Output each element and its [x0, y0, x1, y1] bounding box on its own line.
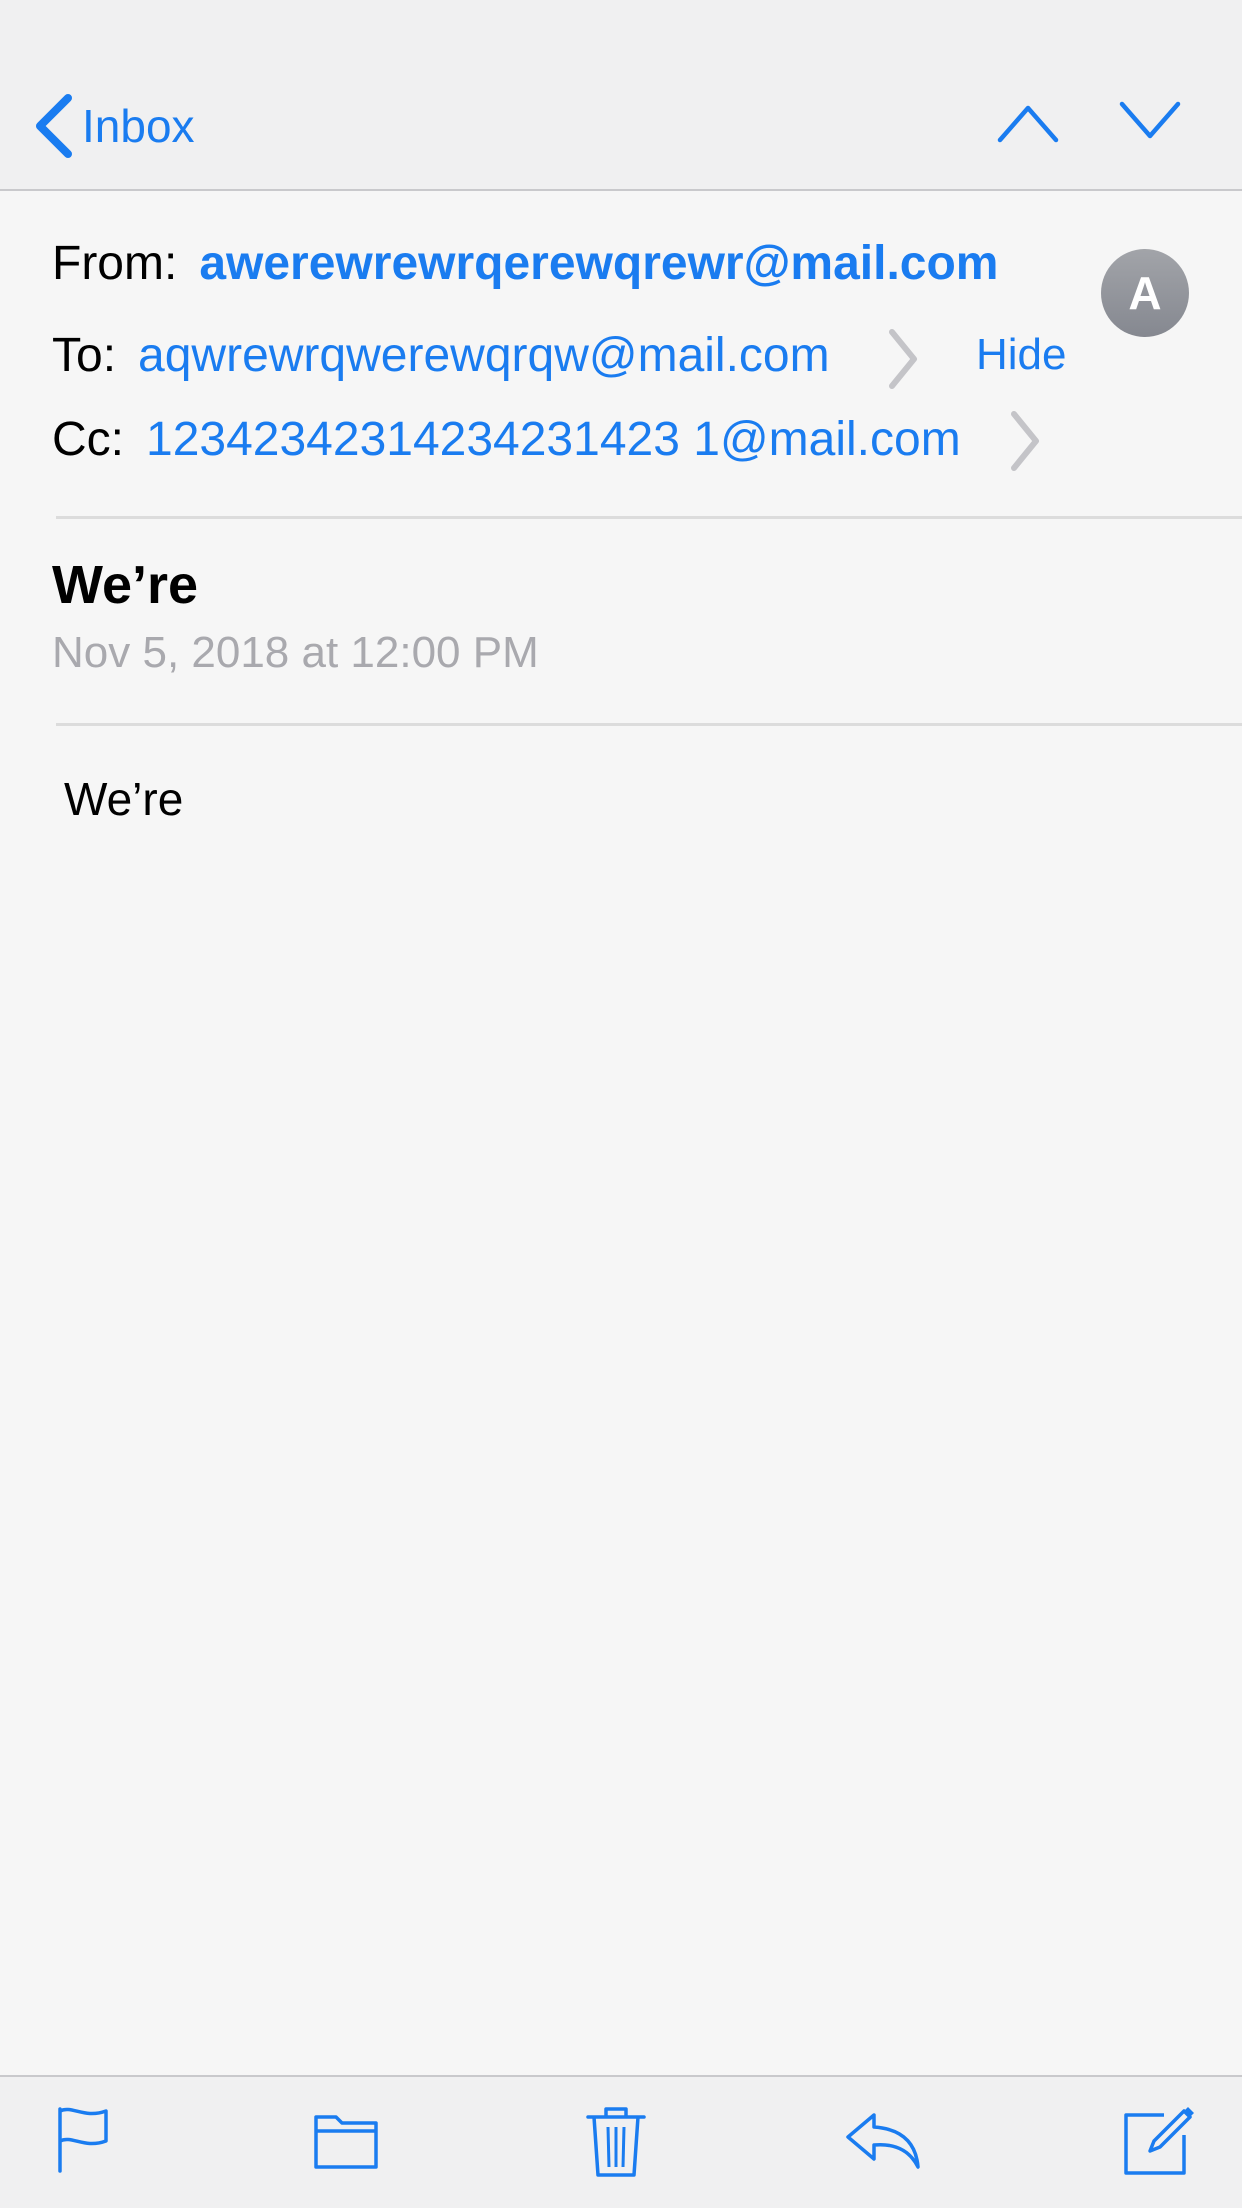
folder-icon [314, 2115, 378, 2169]
trash-icon [586, 2107, 646, 2177]
chevron-up-icon [997, 105, 1059, 143]
to-address[interactable]: aqwrewrqwerewqrqw@mail.com [138, 328, 830, 383]
back-label: Inbox [82, 100, 195, 152]
reply-button[interactable] [844, 2103, 924, 2175]
from-row: From: awerewrewrqerewqrewr@mail.com [52, 236, 998, 291]
cc-address[interactable]: 12342342314234231423 1@mail.com [146, 412, 961, 467]
chevron-down-icon [1119, 101, 1181, 139]
previous-message-button[interactable] [996, 100, 1060, 144]
from-label: From: [52, 237, 178, 290]
bottom-toolbar [0, 2075, 1242, 2208]
cc-label: Cc: [52, 413, 124, 466]
back-to-inbox-button[interactable]: Inbox [34, 94, 195, 158]
flag-button[interactable] [52, 2103, 116, 2175]
compose-button[interactable] [1120, 2103, 1196, 2179]
chevron-right-icon [1011, 411, 1039, 471]
cc-row: Cc: 12342342314234231423 1@mail.com [52, 412, 961, 467]
flag-icon [58, 2107, 108, 2173]
reply-icon [846, 2113, 920, 2169]
header-divider [56, 516, 1242, 519]
chevron-right-icon [889, 329, 917, 389]
subject-divider [56, 723, 1242, 726]
to-label: To: [52, 329, 117, 382]
avatar[interactable]: A [1101, 249, 1189, 337]
from-address[interactable]: awerewrewrqerewqrewr@mail.com [199, 236, 998, 291]
message-date: Nov 5, 2018 at 12:00 PM [52, 628, 539, 677]
move-to-folder-button[interactable] [312, 2103, 382, 2175]
navigation-bar: Inbox [0, 0, 1242, 191]
message-body: We’re [64, 773, 184, 825]
compose-icon [1124, 2107, 1194, 2175]
to-row: To: aqwrewrqwerewqrqw@mail.com [52, 328, 830, 383]
next-message-button[interactable] [1118, 100, 1182, 144]
chevron-left-icon [36, 94, 72, 158]
hide-details-button[interactable]: Hide [976, 330, 1067, 380]
message-subject: We’re [52, 555, 199, 615]
trash-button[interactable] [584, 2103, 648, 2179]
